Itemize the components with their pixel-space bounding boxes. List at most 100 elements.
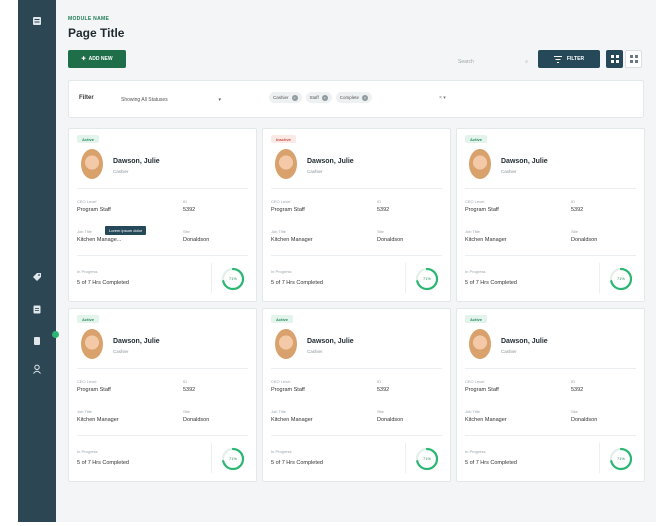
divider bbox=[271, 368, 442, 369]
tag-icon[interactable] bbox=[30, 270, 44, 284]
field-value: Program Staff bbox=[271, 387, 305, 393]
employee-card[interactable]: Inactive Dawson, Julie Cashier CEO Level… bbox=[262, 128, 451, 302]
search-input[interactable]: Search ⌕ bbox=[458, 56, 528, 68]
field-value: Donaldson bbox=[571, 417, 598, 423]
clipboard-icon[interactable] bbox=[30, 302, 44, 316]
employee-role: Cashier bbox=[307, 169, 323, 174]
field-value: Kitchen Manager bbox=[271, 417, 313, 423]
user-icon[interactable] bbox=[30, 362, 44, 376]
field-label: Job Title bbox=[465, 229, 480, 234]
chevron-down-icon: ▾ bbox=[218, 97, 221, 103]
divider bbox=[599, 443, 600, 473]
avatar bbox=[469, 149, 491, 179]
divider bbox=[77, 368, 248, 369]
field-label: Job Title bbox=[465, 409, 480, 414]
employee-card[interactable]: Active Dawson, Julie Cashier CEO Level P… bbox=[456, 128, 645, 302]
field-value: Program Staff bbox=[77, 207, 111, 213]
card-grid: Active Dawson, Julie Cashier CEO Level P… bbox=[68, 128, 645, 482]
close-icon[interactable]: × bbox=[321, 94, 328, 101]
field-value: Kitchen Manager bbox=[271, 237, 313, 243]
status-select[interactable]: Showing All Statuses ▾ bbox=[121, 94, 221, 106]
divider bbox=[405, 443, 406, 473]
filter-chip[interactable]: Complete × bbox=[335, 92, 372, 103]
progress-percent: 71% bbox=[616, 276, 625, 281]
field-label: Site bbox=[377, 229, 384, 234]
add-new-button[interactable]: ✚ ADD NEW bbox=[68, 50, 126, 68]
filter-chip[interactable]: Staff × bbox=[305, 92, 332, 103]
divider bbox=[211, 443, 212, 473]
search-placeholder: Search bbox=[458, 59, 474, 65]
filter-icon bbox=[553, 55, 562, 63]
employee-name: Dawson, Julie bbox=[307, 338, 354, 345]
list-view-toggle[interactable] bbox=[625, 50, 642, 68]
divider bbox=[405, 263, 406, 293]
progress-label: In Progress bbox=[77, 449, 98, 454]
status-badge: Active bbox=[465, 315, 488, 323]
divider bbox=[271, 255, 442, 256]
employee-name: Dawson, Julie bbox=[307, 158, 354, 165]
filter-bar: Filter Showing All Statuses ▾ Cashier × S… bbox=[68, 80, 644, 118]
field-label: Site bbox=[377, 409, 384, 414]
grid-view-toggle[interactable] bbox=[606, 50, 623, 68]
chip-label: Staff bbox=[309, 95, 319, 100]
field-value: Program Staff bbox=[465, 387, 499, 393]
tooltip: Lorem ipsum dolor bbox=[105, 226, 147, 235]
progress-value: 5 of 7 Hrs Completed bbox=[465, 460, 517, 466]
menu-icon[interactable] bbox=[30, 14, 44, 28]
field-label: ID bbox=[377, 199, 381, 204]
status-badge: Active bbox=[465, 135, 488, 143]
grid-icon bbox=[610, 55, 619, 63]
field-label: Job Title bbox=[271, 229, 286, 234]
plus-icon: ✚ bbox=[81, 56, 86, 62]
document-icon[interactable] bbox=[30, 331, 59, 348]
employee-role: Cashier bbox=[501, 169, 517, 174]
field-label: Site bbox=[183, 409, 190, 414]
field-label: Job Title bbox=[77, 409, 92, 414]
field-value: Donaldson bbox=[571, 237, 598, 243]
progress-label: In Progress bbox=[77, 269, 98, 274]
field-label: ID bbox=[377, 379, 381, 384]
filter-chips: Cashier × Staff × Complete × bbox=[269, 92, 372, 103]
field-label: ID bbox=[183, 199, 187, 204]
avatar bbox=[81, 329, 103, 359]
field-value: Donaldson bbox=[377, 237, 404, 243]
progress-percent: 71% bbox=[616, 456, 625, 461]
employee-card[interactable]: Active Dawson, Julie Cashier CEO Level P… bbox=[262, 308, 451, 482]
progress-value: 5 of 7 Hrs Completed bbox=[77, 280, 129, 286]
page-title: Page Title bbox=[68, 26, 125, 40]
field-label: CEO Level bbox=[465, 199, 485, 204]
sidebar-rail bbox=[18, 0, 59, 522]
chip-label: Cashier bbox=[273, 95, 289, 100]
field-label: Site bbox=[571, 229, 578, 234]
filter-button[interactable]: FILTER bbox=[538, 50, 600, 68]
progress-value: 5 of 7 Hrs Completed bbox=[271, 460, 323, 466]
field-value: Kitchen Manager bbox=[77, 417, 119, 423]
avatar bbox=[275, 149, 297, 179]
field-value: 5392 bbox=[571, 207, 584, 213]
avatar bbox=[81, 149, 103, 179]
divider bbox=[271, 435, 442, 436]
employee-card[interactable]: Active Dawson, Julie Cashier CEO Level P… bbox=[68, 128, 257, 302]
close-icon[interactable]: × bbox=[291, 94, 298, 101]
close-icon[interactable]: × bbox=[361, 94, 368, 101]
divider bbox=[77, 255, 248, 256]
clear-all-icon[interactable]: × ▾ bbox=[439, 95, 446, 101]
employee-name: Dawson, Julie bbox=[501, 338, 548, 345]
add-new-label: ADD NEW bbox=[88, 56, 113, 62]
field-label: CEO Level bbox=[77, 379, 97, 384]
employee-card[interactable]: Active Dawson, Julie Cashier CEO Level P… bbox=[68, 308, 257, 482]
progress-label: In Progress bbox=[271, 269, 292, 274]
filter-chip[interactable]: Cashier × bbox=[269, 92, 302, 103]
progress-label: In Progress bbox=[465, 269, 486, 274]
status-badge: Active bbox=[77, 135, 100, 143]
divider bbox=[465, 368, 636, 369]
field-label: CEO Level bbox=[77, 199, 97, 204]
field-label: Job Title bbox=[271, 409, 286, 414]
field-value: Kitchen Manager bbox=[465, 237, 507, 243]
field-value: 5392 bbox=[183, 207, 196, 213]
employee-card[interactable]: Active Dawson, Julie Cashier CEO Level P… bbox=[456, 308, 645, 482]
employee-name: Dawson, Julie bbox=[113, 158, 160, 165]
field-label: ID bbox=[183, 379, 187, 384]
employee-role: Cashier bbox=[113, 349, 129, 354]
list-icon bbox=[629, 55, 638, 63]
